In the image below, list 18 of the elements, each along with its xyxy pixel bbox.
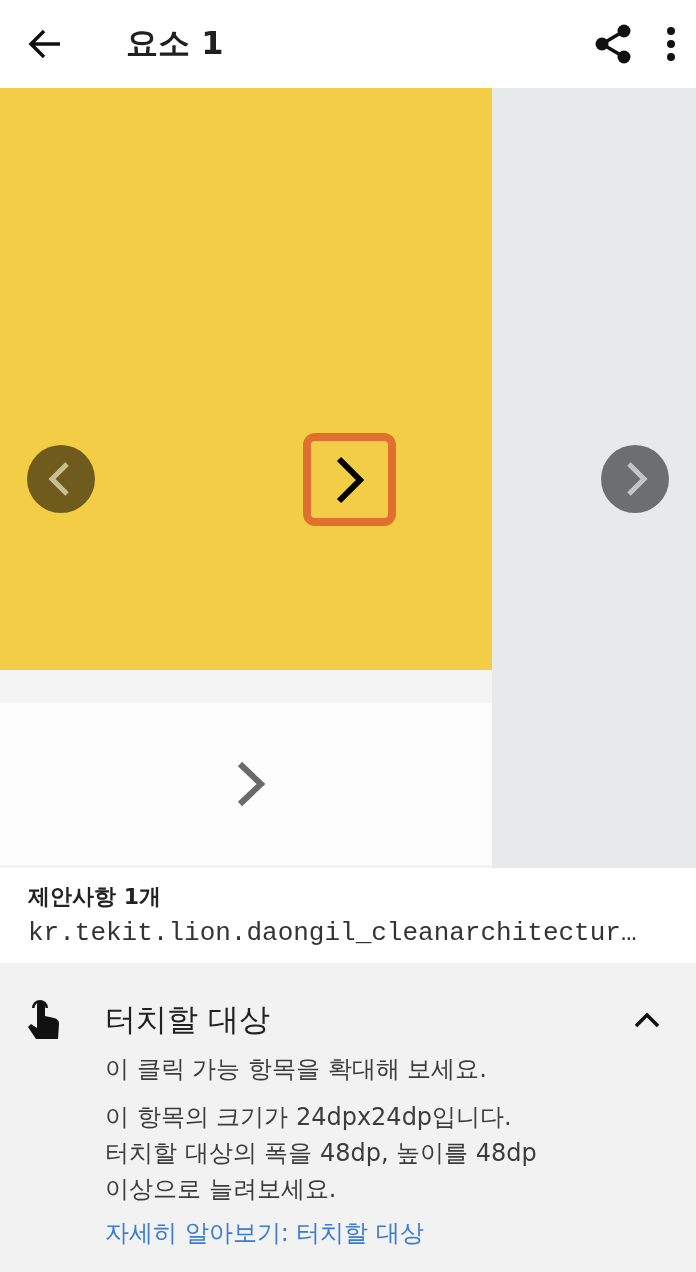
back-button[interactable] <box>28 29 62 59</box>
more-options-button[interactable] <box>666 27 676 61</box>
learn-more-link[interactable]: 자세히 알아보기: 터치할 대상 <box>105 1217 424 1249</box>
more-vert-icon <box>666 27 676 61</box>
collapse-button[interactable] <box>634 1012 660 1028</box>
screen-title: 요소 1 <box>126 23 225 64</box>
highlight-frame[interactable] <box>303 433 396 526</box>
share-icon <box>594 24 632 64</box>
share-button[interactable] <box>594 24 632 64</box>
package-name: kr.tekit.lion.daongil_cleanarchitectur… <box>28 918 638 948</box>
issue-detail: 터치할 대상의 폭을 48dp, 높이를 48dp 이상으로 늘려보세요. <box>105 1138 538 1205</box>
chevron-right-icon <box>236 761 266 807</box>
suggestion-count: 제안사항 1개 <box>28 883 162 911</box>
issue-title: 터치할 대상 <box>105 1000 270 1039</box>
back-arrow-icon <box>28 29 62 59</box>
issue-detail: 이 항목의 크기가 24dpx24dp입니다. <box>105 1102 513 1133</box>
issue-summary: 이 클릭 가능 항목을 확대해 보세요. <box>105 1054 488 1085</box>
chevron-right-icon <box>334 455 365 504</box>
